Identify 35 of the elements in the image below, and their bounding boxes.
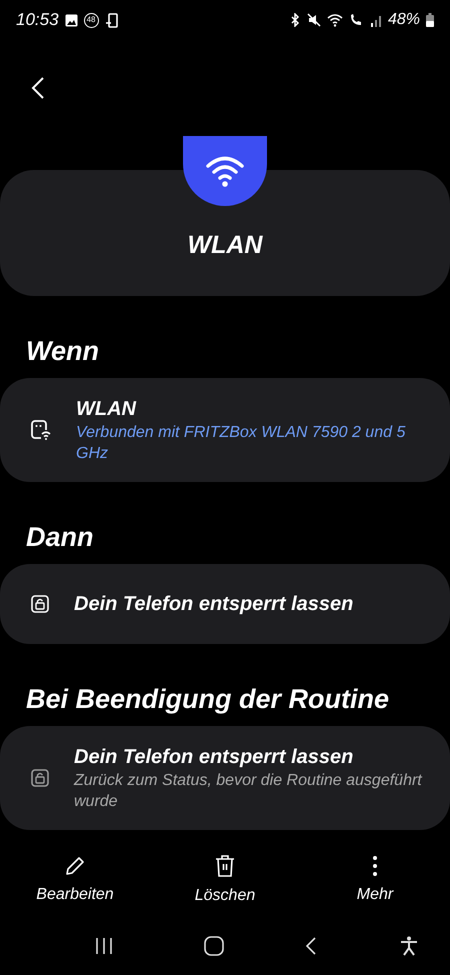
status-time: 10:53 [16,9,59,32]
section-heading: Wenn [25,335,100,368]
signal-icon [370,14,382,26]
trash-icon [215,854,235,878]
item-title: Dein Telefon entsperrt lassen [74,745,354,770]
accessibility-icon[interactable] [400,936,418,956]
delete-button[interactable]: Löschen [150,847,300,915]
back-icon[interactable] [305,936,318,956]
battery-percentage: 48% [388,10,420,30]
lock-icon [30,594,50,614]
lock-icon [30,768,50,788]
more-button[interactable]: Mehr [300,847,450,915]
routine-item-card[interactable]: Dein Telefon entsperrt lassen [0,564,450,644]
more-icon [372,855,378,877]
pencil-icon [64,855,86,877]
edit-button[interactable]: Bearbeiten [0,847,150,915]
battery-icon [426,13,434,27]
routine-title: WLAN [188,230,262,260]
item-description: Zurück zum Status, bevor die Routine ausgeführt wurde [74,771,424,812]
bluetooth-icon [288,13,301,27]
phone-icon [104,12,120,28]
notification-count-icon: 48 [84,12,99,28]
item-title: WLAN [76,397,138,422]
wifi-icon [326,13,343,27]
image-icon [64,14,78,26]
mute-icon [306,13,321,27]
routine-item-card[interactable]: WLAN Verbunden mit FRITZBox WLAN 7590 2 und 5 GHz [0,378,450,482]
recent-apps-icon[interactable] [94,937,113,955]
item-title: Dein Telefon entsperrt lassen [74,592,354,617]
home-icon[interactable] [204,936,224,956]
tablet-wifi-icon [30,419,52,441]
routine-item-card[interactable]: Dein Telefon entsperrt lassen Zurück zum Status, bevor die Routine ausgeführt wurde [0,726,450,830]
section-heading: Bei Beendigung der Routine [25,683,390,716]
item-description: Verbunden mit FRITZBox WLAN 7590 2 und 5 GHz [76,423,406,464]
section-heading: Dann [25,521,94,554]
